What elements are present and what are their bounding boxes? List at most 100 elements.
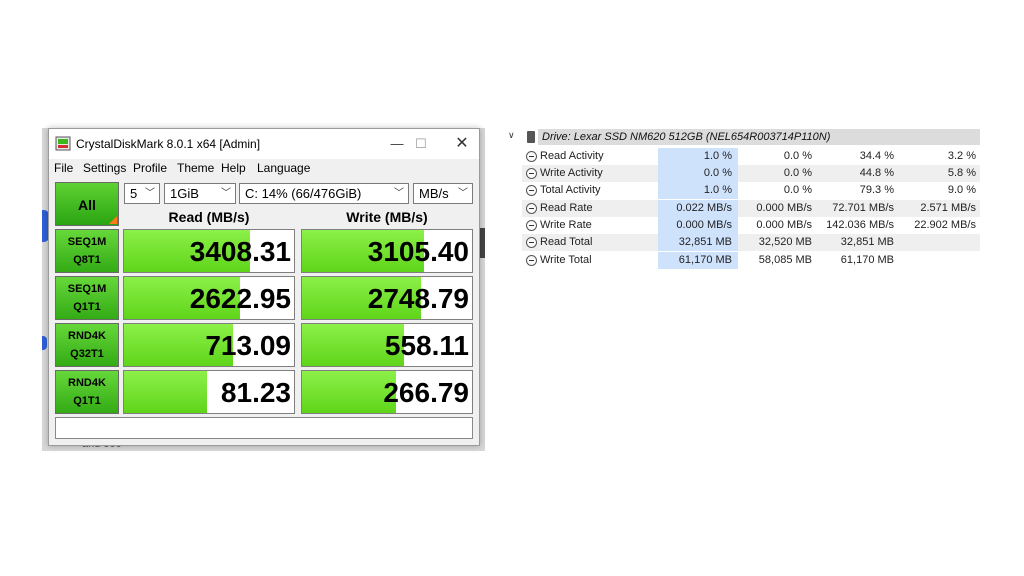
- drive-stats-panel: ∨ Drive: Lexar SSD NM620 512GB (NEL654R0…: [508, 129, 980, 269]
- menu-file[interactable]: File: [54, 161, 73, 175]
- read-column-header: Read (MB/s): [168, 209, 250, 225]
- write-result: 3105.40: [301, 229, 473, 273]
- read-result: 2622.95: [123, 276, 295, 320]
- stat-name: Read Activity: [540, 150, 604, 162]
- drive-value: C: 14% (66/476GiB): [245, 186, 362, 201]
- test-size-value: 1GiB: [170, 186, 199, 201]
- write-result-bar: [302, 371, 396, 413]
- crystaldiskmark-app-icon: [55, 136, 71, 151]
- menu-theme[interactable]: Theme: [177, 161, 214, 175]
- read-result-value: 2622.95: [189, 283, 291, 314]
- drive-select[interactable]: C: 14% (66/476GiB) ﹀: [239, 183, 409, 204]
- stat-value: 2.571 MB/s: [920, 202, 976, 214]
- chevron-down-icon: ﹀: [221, 188, 231, 199]
- minus-circle-icon: [526, 185, 537, 196]
- minus-circle-icon: [526, 168, 537, 179]
- read-result-value: 713.09: [205, 330, 291, 361]
- test-params: Q8T1: [73, 254, 101, 266]
- test-seq1m-q1t1-button[interactable]: SEQ1M Q1T1: [55, 276, 119, 320]
- minus-circle-icon: [526, 255, 537, 266]
- maximize-button[interactable]: ☐: [411, 134, 431, 154]
- test-count-select[interactable]: 5 ﹀: [124, 183, 160, 204]
- write-result-value: 2748.79: [367, 283, 469, 314]
- stat-value: 0.0 %: [783, 184, 812, 196]
- stat-row[interactable]: Write Activity 0.0 % 0.0 % 44.8 % 5.8 %: [522, 165, 980, 182]
- test-params: Q1T1: [73, 395, 101, 407]
- title-bar[interactable]: CrystalDiskMark 8.0.1 x64 [Admin] — ☐ ✕: [49, 129, 479, 159]
- menu-help[interactable]: Help: [221, 161, 246, 175]
- all-button-label: All: [78, 197, 96, 213]
- stat-value: 0.000 MB/s: [756, 219, 812, 231]
- read-result-value: 81.23: [220, 377, 291, 408]
- stat-row[interactable]: Read Rate 0.022 MB/s 0.000 MB/s 72.701 M…: [522, 200, 980, 217]
- corner-marker-icon: [109, 216, 117, 224]
- read-result: 713.09: [123, 323, 295, 367]
- background-blue-tab-small: [42, 336, 47, 350]
- stat-value: 44.8 %: [859, 167, 894, 179]
- drive-icon: [527, 131, 535, 143]
- menu-bar: File Settings Profile Theme Help Languag…: [49, 159, 479, 179]
- write-result: 266.79: [301, 370, 473, 414]
- stat-value: 0.000 MB/s: [756, 202, 812, 214]
- write-result-value: 3105.40: [367, 236, 469, 267]
- minus-circle-icon: [526, 151, 537, 162]
- write-result-value: 266.79: [383, 377, 469, 408]
- write-result-value: 558.11: [384, 330, 469, 361]
- read-result-value: 3408.31: [189, 236, 291, 267]
- stat-name: Read Total: [540, 236, 593, 248]
- stat-value: 0.000 MB/s: [676, 219, 732, 231]
- stat-row[interactable]: Write Total 61,170 MB 58,085 MB 61,170 M…: [522, 252, 980, 269]
- stat-value: 32,851 MB: [678, 236, 732, 248]
- stat-row[interactable]: Total Activity 1.0 % 0.0 % 79.3 % 9.0 %: [522, 182, 980, 199]
- stat-name: Write Total: [540, 254, 592, 266]
- unit-select[interactable]: MB/s ﹀: [413, 183, 473, 204]
- stat-value: 22.902 MB/s: [914, 219, 976, 231]
- test-name: SEQ1M: [67, 283, 107, 295]
- menu-profile[interactable]: Profile: [133, 161, 167, 175]
- test-count-value: 5: [130, 186, 138, 201]
- window-title: CrystalDiskMark 8.0.1 x64 [Admin]: [76, 137, 261, 151]
- chevron-down-icon: ﹀: [458, 188, 468, 199]
- stat-value: 3.2 %: [947, 150, 976, 162]
- test-rnd4k-q32t1-button[interactable]: RND4K Q32T1: [55, 323, 119, 367]
- read-result-bar: [124, 371, 208, 413]
- stat-row[interactable]: Read Activity 1.0 % 0.0 % 34.4 % 3.2 %: [522, 148, 980, 165]
- test-rnd4k-q1t1-button[interactable]: RND4K Q1T1: [55, 370, 119, 414]
- test-size-select[interactable]: 1GiB ﹀: [164, 183, 236, 204]
- menu-language[interactable]: Language: [257, 161, 310, 175]
- minus-circle-icon: [526, 220, 537, 231]
- all-tests-button[interactable]: All: [55, 182, 119, 226]
- write-result: 2748.79: [301, 276, 473, 320]
- minimize-button[interactable]: —: [387, 134, 407, 154]
- read-result: 3408.31: [123, 229, 295, 273]
- stat-row[interactable]: Write Rate 0.000 MB/s 0.000 MB/s 142.036…: [522, 217, 980, 234]
- chevron-down-icon: ﹀: [145, 188, 155, 199]
- stat-value: 9.0 %: [947, 184, 976, 196]
- read-result: 81.23: [123, 370, 295, 414]
- stat-name: Write Activity: [540, 167, 603, 179]
- drive-label: Drive: Lexar SSD NM620 512GB (NEL654R003…: [542, 131, 831, 143]
- stat-value: 0.0 %: [703, 167, 732, 179]
- stat-value: 1.0 %: [703, 184, 732, 196]
- menu-settings[interactable]: Settings: [83, 161, 126, 175]
- stat-row[interactable]: Read Total 32,851 MB 32,520 MB 32,851 MB: [522, 234, 980, 251]
- stat-value: 61,170 MB: [678, 254, 732, 266]
- write-result: 558.11: [301, 323, 473, 367]
- stat-value: 34.4 %: [859, 150, 894, 162]
- stat-value: 0.022 MB/s: [676, 202, 732, 214]
- close-button[interactable]: ✕: [452, 134, 472, 154]
- stat-value: 32,851 MB: [840, 236, 894, 248]
- stat-value: 61,170 MB: [840, 254, 894, 266]
- stat-name: Total Activity: [540, 184, 601, 196]
- comment-field[interactable]: [55, 417, 473, 439]
- test-name: RND4K: [68, 377, 106, 389]
- drive-header[interactable]: ∨ Drive: Lexar SSD NM620 512GB (NEL654R0…: [508, 129, 980, 145]
- test-seq1m-q8t1-button[interactable]: SEQ1M Q8T1: [55, 229, 119, 273]
- stat-value: 0.0 %: [783, 167, 812, 179]
- minus-circle-icon: [526, 237, 537, 248]
- stat-value: 72.701 MB/s: [832, 202, 894, 214]
- chevron-down-icon: ﹀: [394, 188, 404, 199]
- test-name: RND4K: [68, 330, 106, 342]
- chevron-down-icon[interactable]: ∨: [508, 130, 518, 141]
- unit-value: MB/s: [419, 186, 449, 201]
